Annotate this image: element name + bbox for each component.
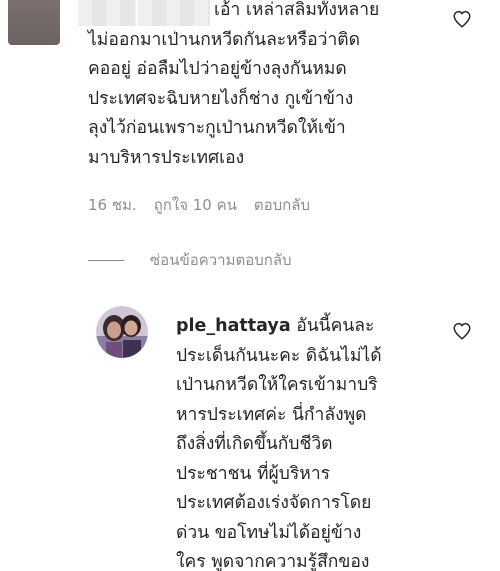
divider: [88, 259, 124, 261]
heart-icon[interactable]: [452, 10, 472, 28]
comment-text: ไม่ออกมาเป่านกหวีดกันละหรือว่าติด คออยู่…: [88, 29, 361, 168]
reply-username[interactable]: ple_hattaya: [176, 316, 291, 336]
hide-replies-label: ซ่อนข้อความตอบกลับ: [150, 251, 292, 269]
avatar[interactable]: [8, 0, 60, 45]
comment-likes[interactable]: ถูกใจ 10 คน: [154, 193, 237, 217]
hide-replies-button[interactable]: ซ่อนข้อความตอบกลับ: [88, 248, 292, 272]
avatar[interactable]: [96, 306, 148, 358]
reply-text: ple_hattaya อันนี้คนละ ประเด็นกันนะคะ ดิ…: [176, 316, 382, 571]
comment-text-first-line: เอ้า เหล่าสลิ่มทั้งหลาย: [214, 0, 380, 20]
redacted-username: [138, 0, 210, 26]
avatar-photo: [96, 306, 148, 358]
comment-time[interactable]: 16 ชม.: [88, 193, 137, 217]
redacted-username: [78, 0, 136, 26]
reply-button[interactable]: ตอบกลับ: [254, 193, 310, 217]
comment-meta: 16 ชม. ถูกใจ 10 คน ตอบกลับ: [88, 193, 310, 217]
heart-icon[interactable]: [452, 322, 472, 340]
